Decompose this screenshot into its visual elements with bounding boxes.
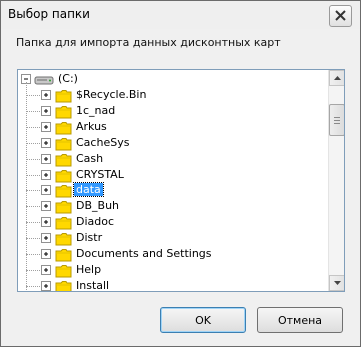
plus-icon (44, 156, 48, 161)
expand-toggle[interactable] (41, 153, 51, 164)
tree-branch-line (26, 238, 42, 240)
expand-toggle[interactable] (41, 90, 51, 100)
folder-tree-viewport: (C:) $Recycle.Bin 1c_nad Arkus CacheSys Cash… (18, 70, 327, 291)
folder-icon (55, 152, 72, 167)
tree-folder-row[interactable]: data (18, 182, 318, 198)
folder-icon (55, 231, 72, 246)
tree-folder-row[interactable]: CacheSys (18, 135, 318, 151)
vertical-scrollbar[interactable] (328, 70, 344, 291)
folder-icon (55, 104, 72, 119)
plus-icon (44, 140, 48, 145)
tree-root-row[interactable]: (C:) (18, 71, 318, 87)
tree-folder-label: Cash (76, 151, 104, 165)
tree-folder-label: $Recycle.Bin (76, 88, 147, 101)
plus-icon (44, 220, 48, 225)
cancel-button[interactable]: Отмена (257, 307, 343, 333)
tree-folder-label: Diadoc (76, 215, 115, 229)
scroll-down-button[interactable] (329, 275, 344, 291)
tree-folder-row[interactable]: Arkus (18, 119, 318, 135)
tree-folder-row[interactable]: 1c_nad (18, 103, 318, 119)
tree-branch-line (26, 142, 42, 144)
tree-folder-row[interactable]: $Recycle.Bin (18, 87, 318, 103)
tree-folder-row[interactable]: Cash (18, 151, 318, 167)
folder-icon (55, 88, 72, 103)
plus-icon (44, 93, 48, 97)
plus-icon (44, 204, 48, 209)
expand-toggle[interactable] (41, 169, 51, 180)
expand-toggle[interactable] (41, 185, 51, 196)
folder-picker-dialog: Выбор папки Папка для импорта данных дис… (0, 0, 361, 347)
tree-folder-label: Documents and Settings (76, 247, 212, 260)
title-bar[interactable]: Выбор папки (1, 1, 360, 29)
tree-folder-label: Distr (76, 231, 103, 245)
close-button[interactable] (329, 5, 352, 27)
close-icon (335, 10, 346, 21)
drive-icon (34, 76, 54, 85)
expand-toggle[interactable] (41, 121, 51, 132)
tree-folder-row[interactable]: Documents and Settings (18, 246, 318, 262)
expand-toggle[interactable] (41, 137, 51, 148)
tree-branch-line (26, 222, 42, 224)
folder-icon (55, 168, 72, 182)
tree-branch-line (26, 110, 42, 112)
tree-branch-line (26, 174, 42, 176)
expand-toggle[interactable] (41, 105, 51, 116)
tree-folder-row[interactable]: Install (18, 278, 318, 291)
tree-folder-label: Install (76, 278, 110, 291)
tree-folder-row[interactable]: Diadoc (18, 214, 318, 230)
tree-root-label: (C:) (58, 72, 78, 85)
plus-icon (44, 236, 48, 241)
tree-branch-line (26, 126, 42, 128)
tree-folder-label: data (73, 182, 104, 198)
expand-toggle[interactable] (41, 264, 51, 275)
folder-icon (55, 136, 72, 151)
folder-icon (55, 279, 72, 291)
expand-toggle[interactable] (41, 280, 51, 291)
plus-icon (44, 252, 48, 256)
tree-folder-label: Arkus (76, 119, 107, 133)
tree-folder-label: 1c_nad (76, 103, 116, 117)
folder-icon (55, 247, 72, 262)
folder-icon (55, 215, 72, 230)
tree-folder-label: CacheSys (76, 135, 130, 149)
tree-branch-line (26, 190, 42, 192)
tree-branch-line (26, 158, 42, 160)
expand-toggle[interactable] (41, 201, 51, 212)
tree-folder-label: CRYSTAL (76, 167, 124, 181)
folder-icon (55, 183, 72, 198)
tree-branch-line (26, 254, 42, 255)
plus-icon (44, 188, 48, 193)
plus-icon (44, 108, 48, 113)
expand-toggle[interactable] (41, 233, 51, 244)
tree-branch-line (26, 95, 42, 96)
expand-toggle[interactable] (41, 249, 51, 259)
tree-folder-row[interactable]: CRYSTAL (18, 167, 318, 183)
arrow-down-icon (334, 281, 341, 285)
tree-folder-row[interactable]: Distr (18, 230, 318, 246)
plus-icon (44, 283, 48, 288)
tree-folder-row[interactable]: DB_Buh (18, 198, 318, 214)
expand-toggle[interactable] (41, 217, 51, 228)
folder-icon (55, 263, 72, 278)
dialog-description: Папка для импорта данных дисконтных карт (16, 36, 281, 49)
tree-folder-label: Help (76, 262, 102, 276)
scroll-up-button[interactable] (329, 70, 344, 86)
plus-icon (44, 124, 48, 129)
folder-icon (55, 120, 72, 135)
tree-branch-line (26, 285, 42, 287)
dialog-title: Выбор папки (8, 7, 90, 21)
folder-icon (55, 199, 72, 214)
plus-icon (44, 172, 48, 177)
scroll-thumb[interactable] (329, 104, 344, 136)
folder-tree[interactable]: (C:) $Recycle.Bin 1c_nad Arkus CacheSys Cash… (17, 69, 345, 292)
tree-branch-line (26, 206, 42, 208)
tree-branch-line (26, 269, 42, 271)
ok-button[interactable]: OK (160, 307, 246, 333)
tree-folder-label: DB_Buh (76, 199, 120, 213)
tree-folder-row[interactable]: Help (18, 262, 318, 278)
arrow-up-icon (334, 76, 341, 80)
plus-icon (44, 267, 48, 272)
